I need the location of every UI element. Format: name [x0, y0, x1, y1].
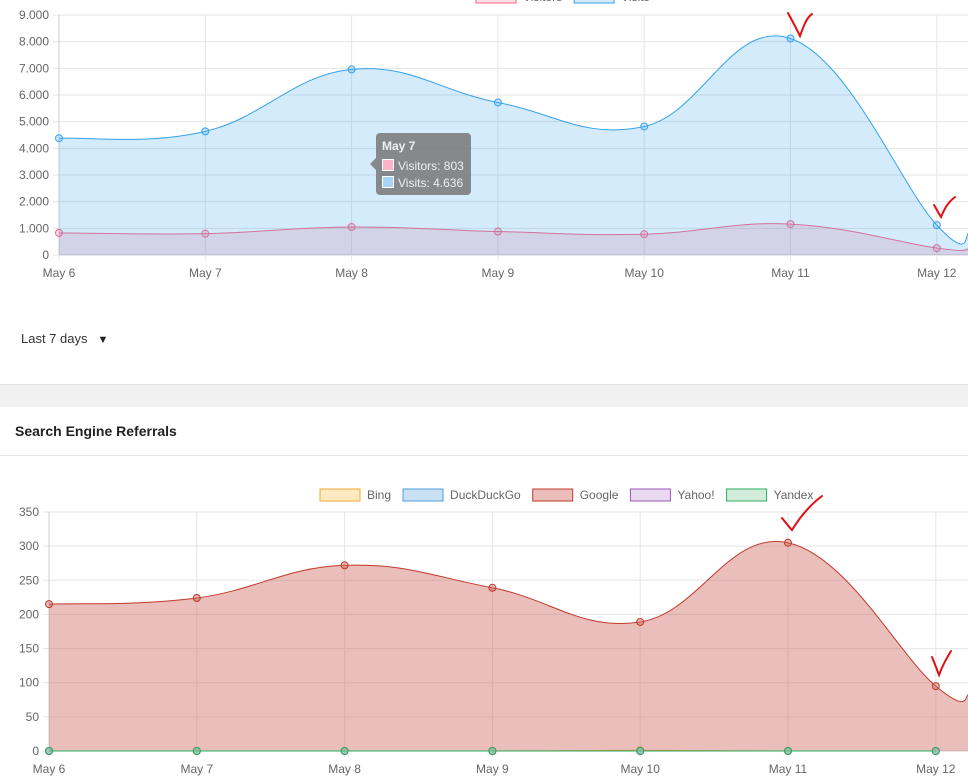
y-tick-label: 8.000: [19, 35, 49, 49]
y-tick-label: 3.000: [19, 168, 49, 182]
tooltip-visitors-text: Visitors: 803: [398, 159, 464, 173]
y-tick-label: 9.000: [19, 8, 49, 22]
legend-label: Google: [580, 488, 619, 502]
data-point: [640, 122, 649, 131]
y-tick-label: 200: [19, 607, 39, 621]
data-point: [201, 127, 210, 136]
referrals-panel: Search Engine Referrals 0 50 100 150 200 250 3…: [0, 407, 968, 784]
y-tick-label: 0: [42, 248, 49, 262]
data-point: [347, 65, 356, 74]
x-tick-label: May 10: [621, 762, 661, 776]
data-point: [786, 34, 795, 43]
legend-label: Yahoo!: [677, 488, 714, 502]
x-tick-label: May 6: [33, 762, 66, 776]
x-tick-label: May 9: [482, 266, 515, 280]
y-tick-label: 300: [19, 539, 39, 553]
legend-swatch: [475, 0, 517, 4]
y-tick-label: 250: [19, 573, 39, 587]
legend-label: Visits: [621, 0, 649, 4]
y-tick-label: 150: [19, 642, 39, 656]
data-point: [55, 134, 63, 143]
visitors-swatch: [382, 159, 394, 171]
y-tick-label: 4.000: [19, 141, 49, 155]
x-tick-label: May 10: [625, 266, 665, 280]
x-tick-label: May 6: [43, 266, 76, 280]
x-tick-label: May 8: [328, 762, 361, 776]
visits-swatch: [382, 176, 394, 188]
chevron-down-icon: ▼: [97, 334, 109, 346]
y-tick-label: 1.000: [19, 221, 49, 235]
x-tick-label: May 12: [916, 762, 956, 776]
x-tick-label: May 7: [189, 266, 222, 280]
visits-chart: 0 1.000 2.000 3.000 4.000 5.000 6.000 7.000 8.00…: [19, 0, 968, 280]
x-tick-label: May 9: [476, 762, 509, 776]
data-point: [192, 747, 201, 755]
x-tick-label: May 7: [180, 762, 213, 776]
x-tick-label: May 8: [335, 266, 368, 280]
legend-label: Yandex: [774, 488, 814, 502]
data-point: [45, 600, 53, 609]
data-point: [340, 747, 349, 755]
data-point: [784, 747, 792, 755]
tooltip-row-visitors: Visitors: 803: [382, 159, 464, 173]
y-tick-label: 350: [19, 505, 39, 519]
data-point: [488, 747, 497, 755]
y-tick-label: 50: [26, 710, 40, 724]
y-tick-label: 0: [32, 744, 39, 758]
legend-swatch: [629, 488, 671, 502]
legend-label: DuckDuckGo: [450, 488, 521, 502]
legend-swatch: [532, 488, 574, 502]
date-range-select[interactable]: Last 7 days ▼: [21, 331, 108, 346]
data-point: [784, 538, 792, 547]
tooltip-row-visits: Visits: 4.636: [382, 176, 463, 190]
panel-divider: [0, 384, 968, 408]
y-tick-label: 100: [19, 676, 39, 690]
data-point: [493, 98, 502, 107]
data-point: [488, 583, 497, 592]
legend-swatch: [319, 488, 361, 502]
data-point: [45, 747, 53, 755]
tooltip-title: May 7: [382, 139, 416, 153]
data-point: [931, 682, 940, 691]
legend-label: Visitors: [523, 0, 562, 4]
x-tick-label: May 11: [769, 762, 808, 776]
legend-swatch: [726, 488, 768, 502]
y-tick-label: 5.000: [19, 115, 49, 129]
legend-swatch: [573, 0, 615, 4]
tooltip-visits-text: Visits: 4.636: [398, 176, 464, 190]
data-point: [931, 747, 940, 755]
y-tick-label: 6.000: [19, 88, 49, 102]
data-point: [340, 561, 349, 570]
data-point: [932, 221, 941, 230]
x-tick-label: May 11: [771, 266, 810, 280]
referrals-chart: 0 50 100 150 200 250 300 350 May 6 May 7 May 8 May …: [19, 488, 968, 776]
data-point: [636, 617, 645, 626]
chart-tooltip: May 7 Visitors: 803 Visits: 4.636: [370, 133, 471, 195]
visits-panel: 0 1.000 2.000 3.000 4.000 5.000 6.000 7.000 8.00…: [0, 0, 968, 384]
y-tick-label: 7.000: [19, 61, 49, 75]
y-tick-label: 2.000: [19, 195, 49, 209]
data-point: [192, 594, 201, 603]
date-range-label: Last 7 days: [21, 331, 88, 346]
data-point: [636, 747, 645, 755]
legend-swatch: [402, 488, 444, 502]
legend-label: Bing: [367, 488, 391, 502]
x-tick-label: May 12: [917, 266, 957, 280]
series-area: [49, 541, 968, 751]
